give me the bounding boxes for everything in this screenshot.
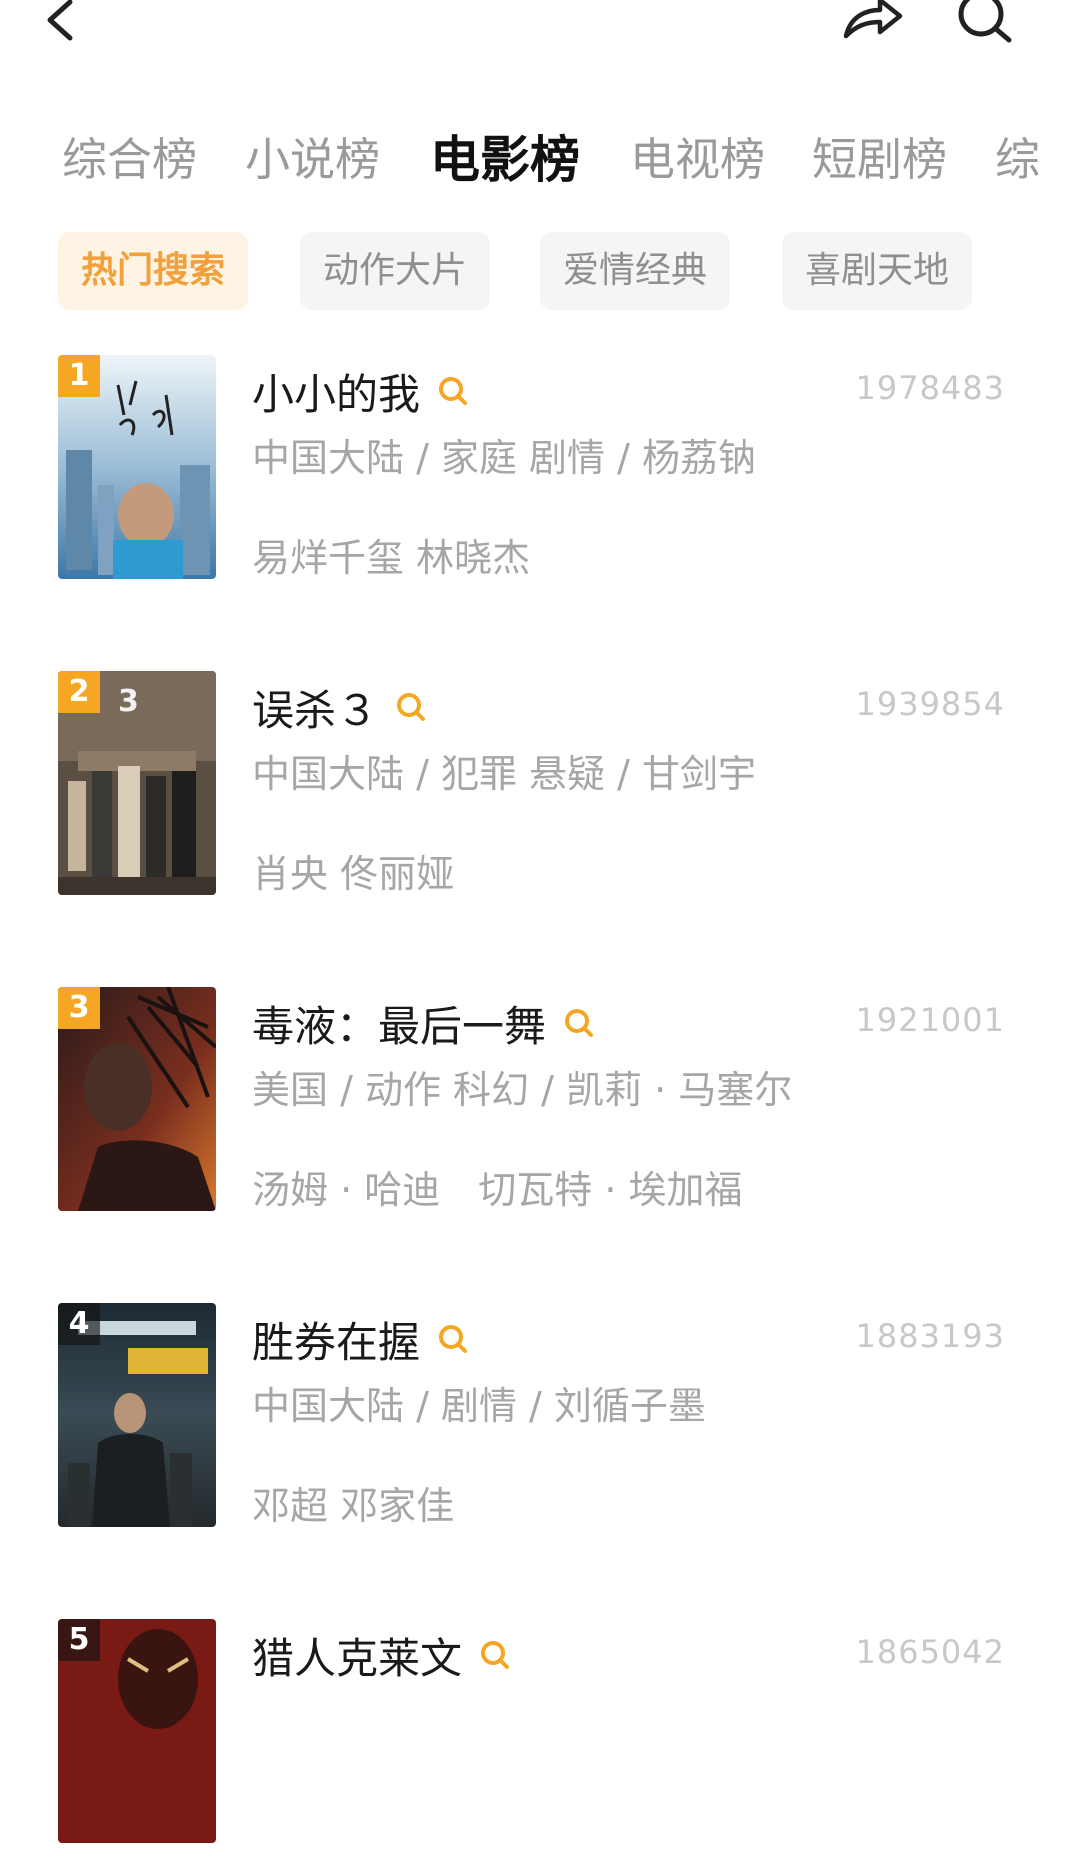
svg-text:3: 3 <box>118 684 139 719</box>
movie-row[interactable]: 1 小小的我 1978483 中国大陆 / 家庭 剧情 / 杨荔钠 易烊千玺 林… <box>0 355 1080 605</box>
search-icon[interactable] <box>394 690 428 724</box>
rank-badge: 5 <box>58 1619 100 1661</box>
movie-title[interactable]: 胜券在握 <box>252 1309 420 1370</box>
search-icon[interactable] <box>562 1006 596 1040</box>
chip-action[interactable]: 动作大片 <box>300 232 490 310</box>
rank-badge: 1 <box>58 355 100 397</box>
search-icon[interactable] <box>478 1638 512 1672</box>
chip-romance[interactable]: 爱情经典 <box>540 232 730 310</box>
movie-cast: 汤姆 · 哈迪 切瓦特 · 埃加福 <box>252 1168 743 1212</box>
rank-badge: 4 <box>58 1303 100 1345</box>
movie-title[interactable]: 小小的我 <box>252 361 420 422</box>
tab-movie[interactable]: 电影榜 <box>430 120 580 200</box>
movie-poster[interactable]: 4 <box>58 1303 216 1527</box>
ranking-tabs: 综合榜 小说榜 电影榜 电视榜 短剧榜 综 <box>0 120 1080 200</box>
search-icon[interactable] <box>436 374 470 408</box>
movie-meta: 中国大陆 / 家庭 剧情 / 杨荔钠 <box>252 436 757 480</box>
search-icon[interactable] <box>955 0 1017 50</box>
rank-badge: 2 <box>58 671 100 713</box>
tab-novel[interactable]: 小说榜 <box>245 120 380 200</box>
search-count: 1883193 <box>855 1317 1005 1355</box>
search-count: 1921001 <box>855 1001 1005 1039</box>
movie-cast: 肖央 佟丽娅 <box>252 852 455 896</box>
chip-comedy[interactable]: 喜剧天地 <box>782 232 972 310</box>
movie-meta: 中国大陆 / 剧情 / 刘循子墨 <box>252 1384 706 1428</box>
movie-poster[interactable]: 5 <box>58 1619 216 1843</box>
movie-row[interactable]: 3 2 误杀３ 1939854 中国大陆 / 犯罪 悬疑 / 甘剑宇 肖央 佟丽… <box>0 671 1080 921</box>
movie-meta: 中国大陆 / 犯罪 悬疑 / 甘剑宇 <box>252 752 757 796</box>
movie-row[interactable]: 5 猎人克莱文 1865042 <box>0 1619 1080 1869</box>
search-count: 1865042 <box>855 1633 1005 1671</box>
tab-tv[interactable]: 电视榜 <box>630 120 765 200</box>
search-count: 1939854 <box>855 685 1005 723</box>
movie-cast: 邓超 邓家佳 <box>252 1484 455 1528</box>
search-icon[interactable] <box>436 1322 470 1356</box>
movie-cast: 易烊千玺 林晓杰 <box>252 536 531 580</box>
tab-comprehensive[interactable]: 综合榜 <box>62 120 197 200</box>
share-icon[interactable] <box>840 0 906 50</box>
movie-poster[interactable]: 1 <box>58 355 216 579</box>
movie-row[interactable]: 4 胜券在握 1883193 中国大陆 / 剧情 / 刘循子墨 邓超 邓家佳 <box>0 1303 1080 1553</box>
movie-title[interactable]: 误杀３ <box>252 677 378 738</box>
movie-poster[interactable]: 3 2 <box>58 671 216 895</box>
movie-poster[interactable]: 3 <box>58 987 216 1211</box>
movie-title[interactable]: 猎人克莱文 <box>252 1625 462 1686</box>
tab-variety[interactable]: 综 <box>995 120 1040 200</box>
movie-row[interactable]: 3 毒液：最后一舞 1921001 美国 / 动作 科幻 / 凯莉 · 马塞尔 … <box>0 987 1080 1237</box>
top-bar <box>0 0 1080 80</box>
tab-short-drama[interactable]: 短剧榜 <box>812 120 947 200</box>
category-chips: 热门搜索 动作大片 爱情经典 喜剧天地 <box>0 232 1080 312</box>
search-count: 1978483 <box>855 369 1005 407</box>
rank-badge: 3 <box>58 987 100 1029</box>
chevron-left-icon[interactable] <box>40 0 90 50</box>
movie-title[interactable]: 毒液：最后一舞 <box>252 993 546 1054</box>
chip-hot-search[interactable]: 热门搜索 <box>58 232 248 310</box>
movie-meta: 美国 / 动作 科幻 / 凯莉 · 马塞尔 <box>252 1068 793 1112</box>
